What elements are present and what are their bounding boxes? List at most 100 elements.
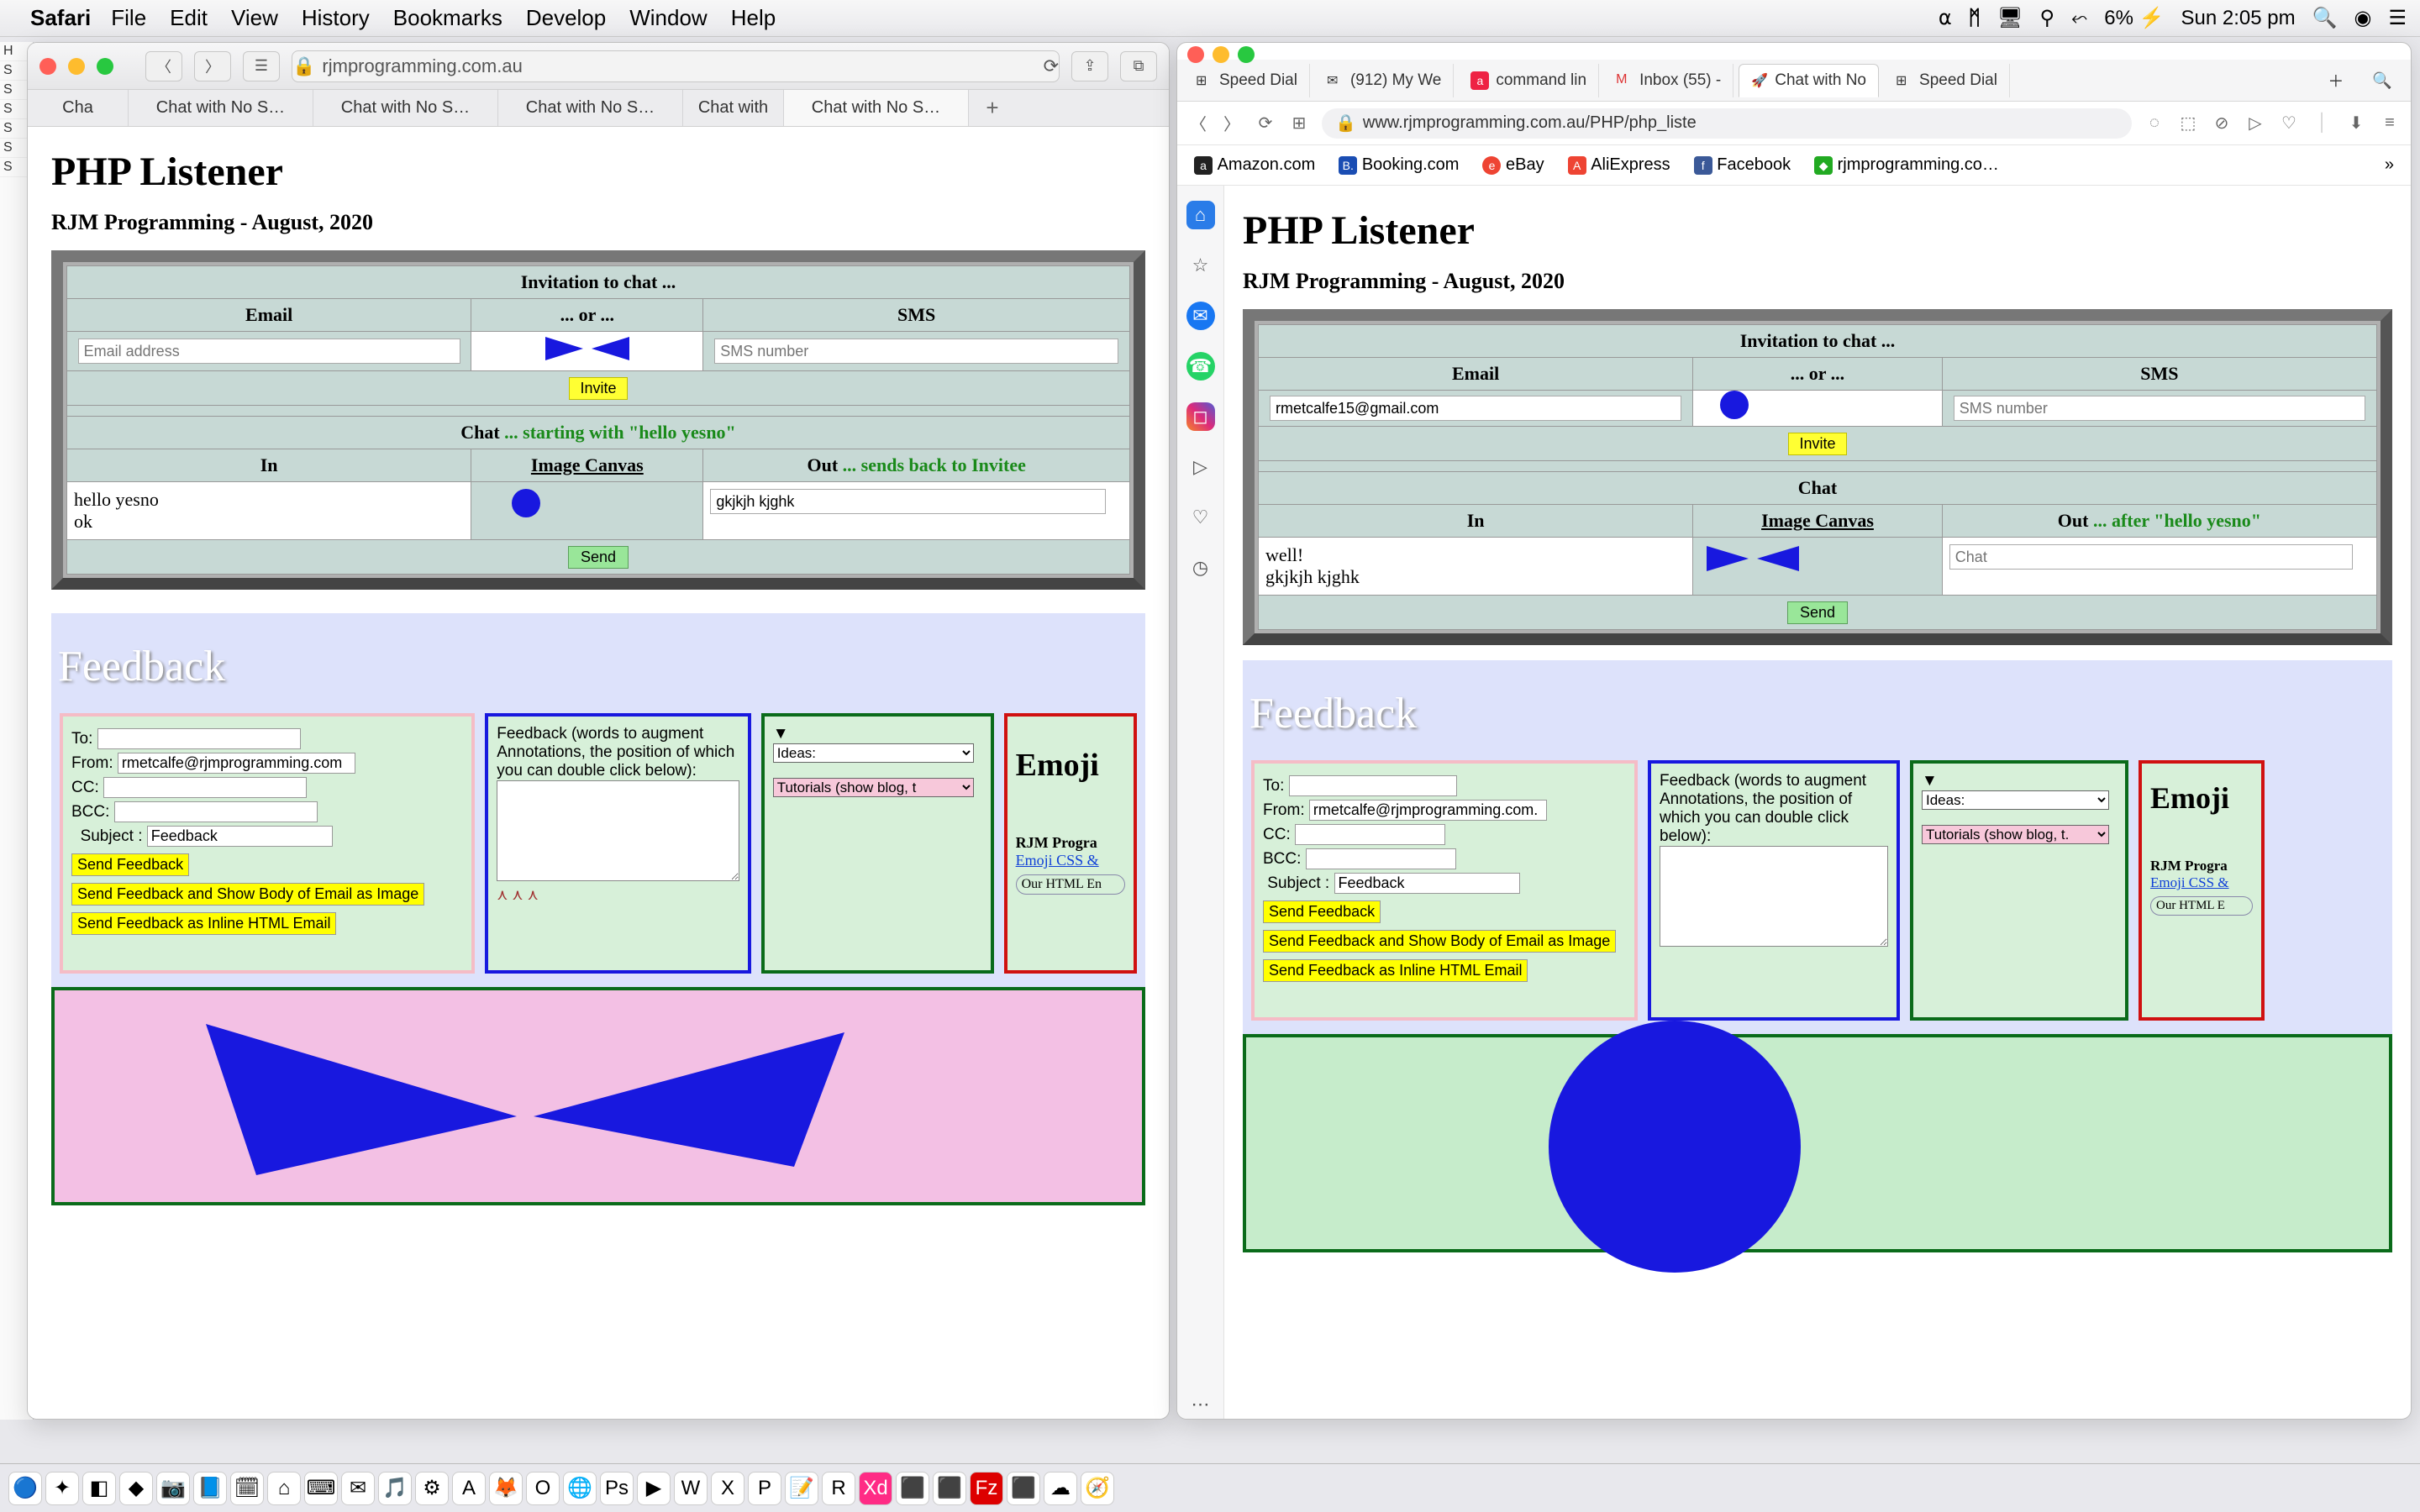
send-button[interactable]: Send bbox=[1787, 601, 1848, 624]
battery-status[interactable]: 6% ⚡ bbox=[2104, 6, 2164, 30]
tab[interactable]: Cha bbox=[28, 90, 129, 126]
tutorials-select[interactable]: Tutorials (show blog, t bbox=[773, 778, 974, 797]
more-icon[interactable]: ⋯ bbox=[1186, 1390, 1215, 1419]
menu-file[interactable]: File bbox=[111, 5, 146, 31]
cc-input[interactable] bbox=[103, 777, 307, 798]
download-icon[interactable]: ⬇ bbox=[2345, 113, 2367, 134]
image-canvas[interactable] bbox=[1693, 538, 1943, 596]
window-close-button[interactable] bbox=[39, 58, 56, 75]
tab[interactable]: ⊞Speed Dial bbox=[1884, 64, 2010, 97]
dock-app-icon[interactable]: 🗓 bbox=[230, 1472, 264, 1505]
messenger-icon[interactable]: ✉ bbox=[1186, 302, 1215, 330]
bookmarks-more[interactable]: » bbox=[2385, 155, 2394, 175]
email-input[interactable] bbox=[1270, 396, 1681, 421]
ideas-select[interactable]: Ideas: bbox=[1922, 790, 2109, 810]
new-tab-button[interactable]: + bbox=[969, 90, 1016, 126]
snapshot-icon[interactable]: ⬚ bbox=[2177, 113, 2199, 134]
dock-app-icon[interactable]: Ps bbox=[600, 1472, 634, 1505]
address-bar[interactable]: 🔒 rjmprogramming.com.au ⟳ bbox=[292, 50, 1060, 82]
window-zoom-button[interactable] bbox=[1238, 46, 1255, 63]
tabs-button[interactable]: ⧉ bbox=[1120, 51, 1157, 81]
send-feedback-image-button[interactable]: Send Feedback and Show Body of Email as … bbox=[1263, 930, 1616, 953]
send-feedback-inline-button[interactable]: Send Feedback as Inline HTML Email bbox=[71, 912, 336, 935]
bluetooth-icon[interactable]: ⚲ bbox=[2040, 6, 2055, 30]
from-input[interactable] bbox=[118, 753, 355, 774]
send-feedback-image-button[interactable]: Send Feedback and Show Body of Email as … bbox=[71, 883, 424, 906]
send-feedback-button[interactable]: Send Feedback bbox=[1263, 900, 1381, 923]
send-feedback-button[interactable]: Send Feedback bbox=[71, 853, 189, 876]
dock-app-icon[interactable]: 📝 bbox=[785, 1472, 818, 1505]
tab[interactable]: Chat with No S… bbox=[313, 90, 498, 126]
tab[interactable]: Chat with No S… bbox=[129, 90, 313, 126]
dock-app-icon[interactable]: R bbox=[822, 1472, 855, 1505]
menu-icon[interactable]: ≡ bbox=[2379, 113, 2401, 133]
subject-input[interactable] bbox=[147, 826, 333, 847]
dock-app-icon[interactable]: ⬛ bbox=[896, 1472, 929, 1505]
bookmark[interactable]: a Amazon.com bbox=[1194, 155, 1315, 175]
window-minimize-button[interactable] bbox=[68, 58, 85, 75]
emoji-css-link[interactable]: Emoji CSS & bbox=[2150, 874, 2253, 891]
forward-button[interactable]: 〉 bbox=[194, 51, 231, 81]
send-feedback-inline-button[interactable]: Send Feedback as Inline HTML Email bbox=[1263, 959, 1528, 982]
back-button[interactable]: 〈 bbox=[1187, 111, 1209, 135]
feedback-textarea[interactable] bbox=[497, 780, 739, 881]
tab[interactable]: acommand lin bbox=[1459, 64, 1599, 97]
bookmark[interactable]: e eBay bbox=[1482, 155, 1544, 175]
bcc-input[interactable] bbox=[1306, 848, 1456, 869]
m-icon[interactable]: ᛗ bbox=[1969, 7, 1981, 30]
dock-app-icon[interactable]: 🦊 bbox=[489, 1472, 523, 1505]
dock-app-icon[interactable]: ⌂ bbox=[267, 1472, 301, 1505]
bookmark[interactable]: ◆ rjmprogramming.co… bbox=[1814, 155, 1999, 176]
dock-app-icon[interactable]: 🔵 bbox=[8, 1472, 42, 1505]
dock-app-icon[interactable]: X bbox=[711, 1472, 744, 1505]
dock-app-icon[interactable]: ⬛ bbox=[1007, 1472, 1040, 1505]
to-input[interactable] bbox=[97, 728, 301, 749]
dock-app-icon[interactable]: ⬛ bbox=[933, 1472, 966, 1505]
clock[interactable]: Sun 2:05 pm bbox=[2181, 7, 2296, 30]
email-input[interactable] bbox=[78, 339, 460, 364]
menu-edit[interactable]: Edit bbox=[170, 5, 208, 31]
instagram-icon[interactable]: ◻ bbox=[1186, 402, 1215, 431]
dock-app-icon[interactable]: ◆ bbox=[119, 1472, 153, 1505]
tab[interactable]: Chat with bbox=[683, 90, 784, 126]
menu-window[interactable]: Window bbox=[629, 5, 707, 31]
sidebar-button[interactable]: ☰ bbox=[243, 51, 280, 81]
dock-app-icon[interactable]: ⚙ bbox=[415, 1472, 449, 1505]
tab-active[interactable]: Chat with No S… bbox=[784, 90, 969, 126]
send-icon[interactable]: ▷ bbox=[1186, 453, 1215, 481]
invite-button[interactable]: Invite bbox=[569, 377, 627, 400]
ideas-select[interactable]: Ideas: bbox=[773, 743, 974, 763]
dock-app-icon[interactable]: ▶ bbox=[637, 1472, 671, 1505]
dock-app-icon[interactable]: 📷 bbox=[156, 1472, 190, 1505]
menu-develop[interactable]: Develop bbox=[526, 5, 606, 31]
dock-app-icon[interactable]: ◧ bbox=[82, 1472, 116, 1505]
to-input[interactable] bbox=[1289, 775, 1457, 796]
dock-app-icon[interactable]: O bbox=[526, 1472, 560, 1505]
cc-input[interactable] bbox=[1295, 824, 1445, 845]
back-button[interactable]: 〈 bbox=[145, 51, 182, 81]
send-icon[interactable]: ▷ bbox=[2244, 113, 2266, 134]
search-tabs-button[interactable]: 🔍 bbox=[2360, 64, 2404, 97]
window-minimize-button[interactable] bbox=[1213, 46, 1229, 63]
dock-app-icon[interactable]: ⌨ bbox=[304, 1472, 338, 1505]
bcc-input[interactable] bbox=[114, 801, 318, 822]
menu-history[interactable]: History bbox=[302, 5, 370, 31]
reload-icon[interactable]: ⟳ bbox=[1044, 55, 1059, 77]
tab[interactable]: ⊞Speed Dial bbox=[1184, 64, 1310, 97]
whatsapp-icon[interactable]: ☎ bbox=[1186, 352, 1215, 381]
dock-app-icon[interactable]: ☁ bbox=[1044, 1472, 1077, 1505]
apps-button[interactable]: ⊞ bbox=[1288, 113, 1310, 134]
display-icon[interactable]: 🖥 bbox=[1997, 6, 2023, 30]
history-icon[interactable]: ◷ bbox=[1186, 554, 1215, 582]
dock-app-icon[interactable]: ✦ bbox=[45, 1472, 79, 1505]
menu-bookmarks[interactable]: Bookmarks bbox=[393, 5, 502, 31]
dock-app-icon[interactable]: 🌐 bbox=[563, 1472, 597, 1505]
out-input[interactable] bbox=[1949, 544, 2353, 570]
search-icon[interactable]: ◌ bbox=[2144, 113, 2165, 133]
menu-help[interactable]: Help bbox=[731, 5, 776, 31]
tab[interactable]: Chat with No S… bbox=[498, 90, 683, 126]
dock-app-icon[interactable]: ✉ bbox=[341, 1472, 375, 1505]
dock-app-icon[interactable]: Fz bbox=[970, 1472, 1003, 1505]
send-button[interactable]: Send bbox=[568, 546, 629, 569]
siri-icon[interactable]: ◉ bbox=[2354, 6, 2372, 30]
